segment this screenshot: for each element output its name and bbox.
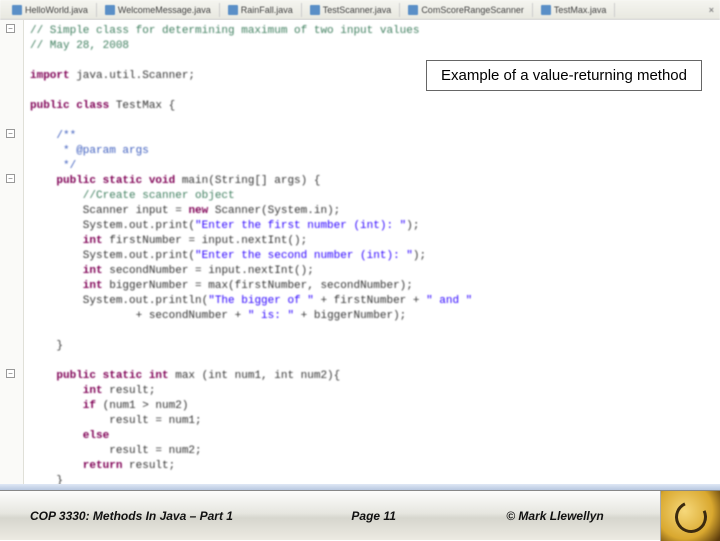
tab-label: ComScoreRangeScanner bbox=[421, 5, 524, 15]
ucf-logo-icon bbox=[660, 491, 720, 541]
slide-footer: COP 3330: Methods In Java – Part 1 Page … bbox=[0, 490, 720, 540]
footer-course-title: COP 3330: Methods In Java – Part 1 bbox=[0, 509, 297, 523]
fold-icon[interactable]: − bbox=[6, 24, 15, 33]
editor-tab-bar: HelloWorld.java WelcomeMessage.java Rain… bbox=[0, 0, 720, 20]
tab-label: HelloWorld.java bbox=[25, 5, 88, 15]
tab-label: TestScanner.java bbox=[323, 5, 392, 15]
java-file-icon bbox=[12, 5, 22, 15]
editor-gutter: − − − − bbox=[0, 20, 24, 490]
callout-text: Example of a value-returning method bbox=[441, 67, 687, 84]
editor-tab[interactable]: ComScoreRangeScanner bbox=[400, 3, 533, 17]
code-editor: − − − − // Simple class for determining … bbox=[0, 20, 720, 490]
editor-tab[interactable]: TestScanner.java bbox=[302, 3, 401, 17]
editor-tab[interactable]: WelcomeMessage.java bbox=[97, 3, 220, 17]
tab-label: TestMax.java bbox=[554, 5, 607, 15]
java-file-icon bbox=[310, 5, 320, 15]
java-file-icon bbox=[105, 5, 115, 15]
tab-label: RainFall.java bbox=[241, 5, 293, 15]
footer-copyright: © Mark Llewellyn bbox=[450, 509, 660, 523]
fold-icon[interactable]: − bbox=[6, 174, 15, 183]
editor-tab[interactable]: TestMax.java bbox=[533, 3, 616, 17]
footer-page-number: Page 11 bbox=[297, 509, 450, 523]
java-file-icon bbox=[228, 5, 238, 15]
editor-tab[interactable]: HelloWorld.java bbox=[4, 3, 97, 17]
java-file-icon bbox=[408, 5, 418, 15]
close-icon[interactable]: × bbox=[703, 5, 720, 15]
fold-icon[interactable]: − bbox=[6, 129, 15, 138]
fold-icon[interactable]: − bbox=[6, 369, 15, 378]
java-file-icon bbox=[541, 5, 551, 15]
callout-box: Example of a value-returning method bbox=[426, 60, 702, 91]
tab-label: WelcomeMessage.java bbox=[118, 5, 211, 15]
editor-tab[interactable]: RainFall.java bbox=[220, 3, 302, 17]
